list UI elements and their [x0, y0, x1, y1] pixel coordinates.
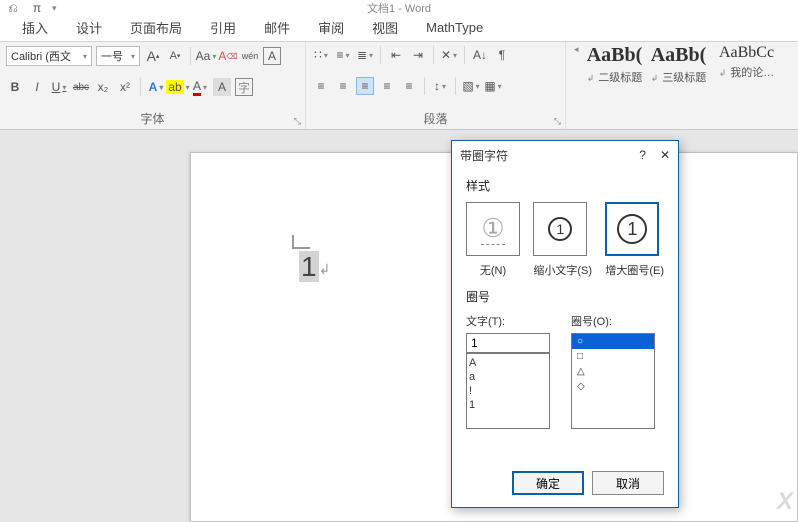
quick-access-toolbar: ⎌ π ▾: [4, 0, 57, 17]
enclose-section-label: 圈号: [466, 288, 664, 305]
list-item[interactable]: 1: [469, 398, 547, 412]
line-spacing-icon[interactable]: ↕: [431, 77, 449, 95]
tab-design[interactable]: 设计: [62, 12, 116, 43]
tab-mailings[interactable]: 邮件: [250, 12, 304, 43]
shape-item-triangle[interactable]: △: [572, 364, 654, 379]
style-section-label: 样式: [466, 177, 664, 194]
font-color-icon[interactable]: A: [191, 78, 209, 96]
paragraph-launcher-icon[interactable]: ⤡: [554, 116, 561, 127]
text-label: 文字(T):: [466, 313, 559, 329]
numbering-icon[interactable]: ≡: [334, 46, 352, 64]
tab-references[interactable]: 引用: [196, 12, 250, 43]
text-effects-icon[interactable]: A: [147, 78, 165, 96]
italic-icon[interactable]: I: [28, 78, 46, 96]
group-paragraph-label: 段落: [312, 110, 559, 127]
grow-font-icon[interactable]: A▴: [144, 47, 162, 65]
style-pin-icon: ↲: [587, 73, 595, 83]
align-right-icon[interactable]: ≡: [356, 77, 374, 95]
text-input[interactable]: [466, 333, 550, 353]
clear-format-icon[interactable]: A⌫: [219, 47, 237, 65]
style-option-none[interactable]: ① 无(N): [466, 202, 520, 278]
increase-indent-icon[interactable]: ⇥: [409, 46, 427, 64]
style-pin-icon: ↲: [651, 73, 659, 83]
enclose-char-icon[interactable]: 字: [235, 78, 253, 96]
tab-layout[interactable]: 页面布局: [116, 12, 196, 43]
shape-item-diamond[interactable]: ◇: [572, 379, 654, 394]
help-icon[interactable]: ?: [639, 148, 646, 162]
font-combo[interactable]: Calibri (西文▾: [6, 46, 92, 66]
ok-button[interactable]: 确定: [512, 471, 584, 495]
font-launcher-icon[interactable]: ⤡: [294, 116, 301, 127]
group-font-label: 字体: [6, 110, 299, 127]
borders-icon[interactable]: ▦: [484, 77, 502, 95]
style-item-h2[interactable]: AaBb( ↲二级标题: [583, 44, 647, 85]
text-listbox[interactable]: A a ! 1: [466, 353, 550, 429]
align-center-icon[interactable]: ≡: [334, 77, 352, 95]
shading-icon[interactable]: ▧: [462, 77, 480, 95]
shape-listbox[interactable]: ○ □ △ ◇: [571, 333, 655, 429]
cursor-marker-icon: [292, 235, 310, 249]
style-pin-icon: ↲: [719, 68, 727, 78]
shape-column: 圈号(O): ○ □ △ ◇: [571, 313, 664, 429]
selected-text: 1: [299, 251, 319, 282]
cancel-button[interactable]: 取消: [592, 471, 664, 495]
highlight-icon[interactable]: ab: [169, 78, 187, 96]
style-item-h3[interactable]: AaBb( ↲三级标题: [647, 44, 711, 85]
group-paragraph: ∷ ≡ ≣ ⇤ ⇥ ✕ A↓ ¶ ≡ ≡ ≡ ≡ ≡ ↕ ▧ ▦ 段落 ⤡: [306, 42, 566, 129]
dialog-titlebar: 带圈字符 ? ✕: [452, 141, 678, 169]
change-case-icon[interactable]: Aa: [197, 47, 215, 65]
shrink-font-icon[interactable]: A▾: [166, 47, 184, 65]
group-font: Calibri (西文▾ 一号▾ A▴ A▾ Aa A⌫ wén A B I U…: [0, 42, 306, 129]
multilevel-icon[interactable]: ≣: [356, 46, 374, 64]
underline-icon[interactable]: U: [50, 78, 68, 96]
tab-review[interactable]: 审阅: [304, 12, 358, 43]
align-left-icon[interactable]: ≡: [312, 77, 330, 95]
decrease-indent-icon[interactable]: ⇤: [387, 46, 405, 64]
strike-icon[interactable]: abc: [72, 78, 90, 96]
char-border-icon[interactable]: A: [263, 47, 281, 65]
close-icon[interactable]: ✕: [660, 148, 670, 162]
watermark: X: [777, 488, 792, 516]
text-column: 文字(T): A a ! 1: [466, 313, 559, 429]
asian-layout-icon[interactable]: ✕: [440, 46, 458, 64]
char-shading-icon[interactable]: A: [213, 78, 231, 96]
align-distribute-icon[interactable]: ≡: [400, 77, 418, 95]
superscript-icon[interactable]: x²: [116, 78, 134, 96]
show-marks-icon[interactable]: ¶: [493, 46, 511, 64]
ribbon-tabs: 插入 设计 页面布局 引用 邮件 审阅 视图 MathType: [0, 14, 798, 42]
tab-view[interactable]: 视图: [358, 12, 412, 43]
document-text[interactable]: 1↲: [299, 251, 330, 284]
group-styles: ◂ AaBb( ↲二级标题 AaBb( ↲三级标题 AaBbCc ↲我的论…: [566, 42, 798, 129]
tab-mathtype[interactable]: MathType: [412, 14, 497, 41]
list-item[interactable]: a: [469, 370, 547, 384]
list-item[interactable]: !: [469, 384, 547, 398]
align-justify-icon[interactable]: ≡: [378, 77, 396, 95]
redo-icon[interactable]: π: [28, 0, 46, 17]
subscript-icon[interactable]: x₂: [94, 78, 112, 96]
shape-item-circle[interactable]: ○: [572, 334, 654, 349]
shape-label: 圈号(O):: [571, 313, 664, 329]
bold-icon[interactable]: B: [6, 78, 24, 96]
undo-icon[interactable]: ⎌: [4, 0, 22, 17]
styles-expand-left-icon[interactable]: ◂: [574, 44, 579, 55]
paragraph-mark-icon: ↲: [319, 261, 331, 277]
ribbon: Calibri (西文▾ 一号▾ A▴ A▾ Aa A⌫ wén A B I U…: [0, 42, 798, 130]
style-option-shrink[interactable]: 1 缩小文字(S): [533, 202, 592, 278]
phonetic-icon[interactable]: wén: [241, 47, 259, 65]
style-option-enlarge[interactable]: 1 增大圈号(E): [605, 202, 664, 278]
size-combo[interactable]: 一号▾: [96, 46, 140, 66]
dialog-enclose-char: 带圈字符 ? ✕ 样式 ① 无(N) 1 缩小文字(S) 1 增大圈号(E): [451, 140, 679, 508]
dialog-title: 带圈字符: [460, 147, 508, 164]
qat-more-icon[interactable]: ▾: [52, 3, 57, 14]
style-item-custom[interactable]: AaBbCc ↲我的论…: [711, 44, 783, 80]
list-item[interactable]: A: [469, 356, 547, 370]
workspace: 1↲ 带圈字符 ? ✕ 样式 ① 无(N) 1 缩小文字(S): [0, 130, 798, 522]
sort-icon[interactable]: A↓: [471, 46, 489, 64]
bullets-icon[interactable]: ∷: [312, 46, 330, 64]
shape-item-square[interactable]: □: [572, 349, 654, 364]
